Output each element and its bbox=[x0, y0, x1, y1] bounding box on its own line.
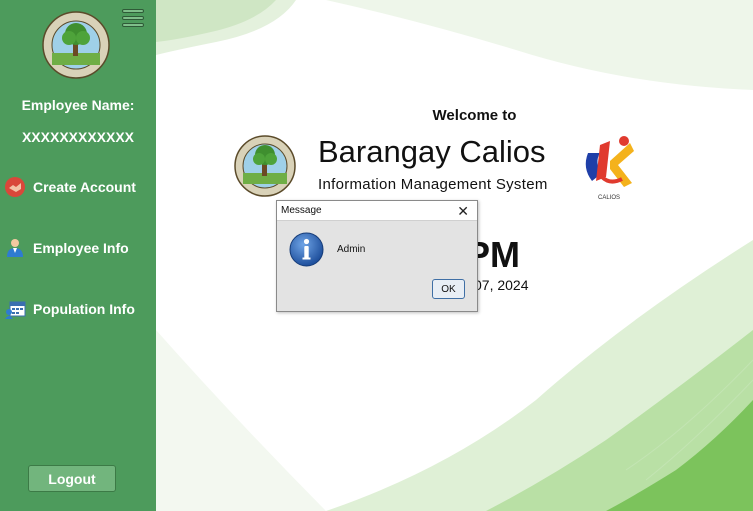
nav-create-account[interactable]: Create Account bbox=[4, 174, 154, 200]
sidebar: Employee Name: XXXXXXXXXXXX Create Accou… bbox=[0, 0, 156, 511]
calios-brand-logo: CALIOS bbox=[585, 136, 634, 201]
barangay-seal-logo-main bbox=[234, 135, 296, 197]
hamburger-menu-icon[interactable] bbox=[122, 9, 144, 27]
message-dialog: Message ✕ Admin OK bbox=[276, 200, 478, 312]
employee-name-value: XXXXXXXXXXXX bbox=[21, 129, 135, 145]
barangay-seal-logo bbox=[42, 11, 110, 79]
clock-date: 07, 2024 bbox=[474, 277, 529, 293]
information-icon bbox=[289, 232, 324, 267]
nav-employee-info[interactable]: Employee Info bbox=[4, 235, 154, 261]
dialog-title: Message bbox=[281, 205, 322, 216]
close-icon[interactable]: ✕ bbox=[457, 204, 469, 218]
population-icon bbox=[4, 298, 26, 320]
nav-population-info[interactable]: Population Info bbox=[4, 296, 154, 322]
nav-create-account-label: Create Account bbox=[33, 179, 136, 195]
dialog-message: Admin bbox=[337, 244, 366, 255]
brand-logo-text: CALIOS bbox=[598, 195, 620, 201]
ok-button[interactable]: OK bbox=[432, 279, 465, 299]
employee-name-label: Employee Name: bbox=[21, 97, 135, 113]
logout-button[interactable]: Logout bbox=[28, 465, 116, 492]
barangay-title: Barangay Calios bbox=[318, 134, 546, 169]
nav-population-info-label: Population Info bbox=[33, 301, 135, 317]
system-subtitle: Information Management System bbox=[318, 176, 548, 193]
nav-employee-info-label: Employee Info bbox=[33, 240, 129, 256]
welcome-text: Welcome to bbox=[432, 107, 517, 124]
employee-icon bbox=[4, 237, 26, 259]
dialog-titlebar[interactable]: Message ✕ bbox=[277, 201, 477, 221]
create-account-icon bbox=[4, 176, 26, 198]
